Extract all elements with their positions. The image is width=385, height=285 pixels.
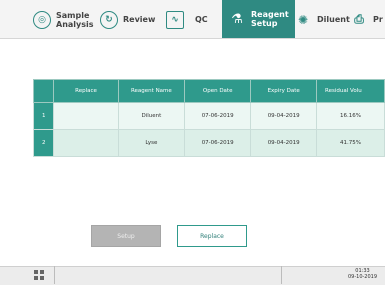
reagent-name-cell: Diluent xyxy=(117,102,186,130)
reagent-name-cell: Lyse xyxy=(117,129,186,157)
reagent-icon: ⚗ xyxy=(231,11,243,27)
column-header-open-date: Open Date xyxy=(184,79,252,103)
table-row[interactable]: 2 Lyse 07-06-2019 09-04-2019 41.75% xyxy=(32,129,385,157)
status-message-area xyxy=(54,266,282,284)
expiry-date-cell: 09-04-2019 xyxy=(250,129,318,157)
printer-icon: ⎙ xyxy=(354,12,364,26)
tab-label: Analysis xyxy=(56,19,94,29)
open-date-cell: 07-06-2019 xyxy=(184,129,252,157)
clock-date: 09-10-2019 xyxy=(347,274,378,280)
row-index: 1 xyxy=(32,102,55,130)
tab-label: Diluent xyxy=(317,15,350,24)
tab-label: Review xyxy=(123,15,156,24)
review-icon: ↻ xyxy=(100,10,118,29)
tab-reagent-setup[interactable]: ⚗ Reagent Setup xyxy=(222,0,295,38)
expiry-date-cell: 09-04-2019 xyxy=(250,102,318,130)
open-date-cell: 07-06-2019 xyxy=(184,102,252,130)
reagent-table: Replace Reagent Name Open Date Expiry Da… xyxy=(32,79,385,157)
column-header-residual-volume: Residual Volu xyxy=(316,79,385,103)
residual-volume-cell: 16.16% xyxy=(316,102,385,130)
tab-label: QC xyxy=(195,15,208,24)
table-header-row: Replace Reagent Name Open Date Expiry Da… xyxy=(32,79,385,103)
residual-volume-cell: 41.75% xyxy=(316,129,385,157)
qc-icon: ∿ xyxy=(166,10,184,29)
tab-label: Pr xyxy=(373,15,383,24)
tab-printer[interactable]: ⎙ Pr xyxy=(350,6,383,33)
tab-diluent[interactable]: ✺ Diluent xyxy=(294,6,350,33)
top-nav-bar: ◎ Sample Analysis ↻ Review ∿ QC ⚗ Reagent… xyxy=(0,0,385,39)
setup-button[interactable]: Setup xyxy=(91,225,161,247)
tab-qc[interactable]: ∿ QC xyxy=(166,6,208,33)
tab-label: Reagent xyxy=(251,10,289,19)
replace-cell[interactable] xyxy=(53,129,119,157)
replace-button[interactable]: Replace xyxy=(177,225,247,247)
sample-icon: ◎ xyxy=(33,10,51,29)
tab-sample-analysis[interactable]: ◎ Sample Analysis xyxy=(33,6,94,33)
clock: 01:33 09-10-2019 xyxy=(340,268,385,280)
diluent-icon: ✺ xyxy=(297,12,309,27)
column-header-replace: Replace xyxy=(53,79,119,103)
table-row[interactable]: 1 Diluent 07-06-2019 09-04-2019 16.16% xyxy=(32,102,385,130)
row-index: 2 xyxy=(32,129,55,157)
tab-label: Setup xyxy=(251,19,278,28)
column-header-reagent-name: Reagent Name xyxy=(117,79,186,103)
tab-label: Sample xyxy=(56,10,90,20)
grid-menu-icon[interactable] xyxy=(34,270,44,280)
column-header-expiry-date: Expiry Date xyxy=(250,79,318,103)
replace-cell[interactable] xyxy=(53,102,119,130)
column-header-index xyxy=(32,79,55,103)
tab-review[interactable]: ↻ Review xyxy=(100,6,155,33)
